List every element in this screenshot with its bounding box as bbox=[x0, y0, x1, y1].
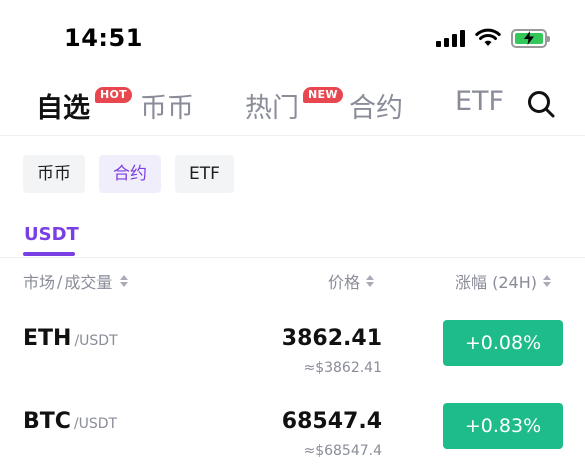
market-label: 市场 bbox=[23, 273, 56, 292]
search-button[interactable] bbox=[525, 88, 557, 120]
pair-symbol: BTC/USDT bbox=[23, 409, 117, 434]
active-tab-indicator bbox=[23, 252, 75, 256]
sort-market-volume[interactable]: 市场 / 成交量 bbox=[23, 269, 129, 293]
sort-icon bbox=[366, 274, 375, 288]
sort-icon bbox=[542, 274, 551, 288]
tab-label: 自选 bbox=[36, 93, 90, 124]
new-badge: NEW bbox=[303, 87, 343, 103]
status-time: 14:51 bbox=[64, 24, 143, 52]
chip-etf[interactable]: ETF bbox=[175, 155, 234, 193]
main-tabs: 自选 HOT 币币 热门 NEW 合约 ETF bbox=[0, 78, 585, 136]
last-price: 68547.4 bbox=[281, 409, 382, 434]
sort-change[interactable]: 涨幅 (24H) bbox=[455, 269, 551, 293]
search-icon bbox=[528, 91, 555, 118]
tab-label: 热门 bbox=[245, 93, 299, 124]
tab-label: 币币 bbox=[140, 93, 194, 124]
sort-icon bbox=[120, 274, 129, 288]
tab-usdt[interactable]: USDT bbox=[24, 224, 79, 245]
battery-charging-icon bbox=[511, 28, 550, 48]
change-label: 涨幅 (24H) bbox=[455, 273, 537, 292]
change-badge[interactable]: +0.08% bbox=[443, 320, 563, 366]
last-price: 3862.41 bbox=[281, 326, 382, 351]
signal-icon bbox=[436, 29, 465, 47]
base-asset: BTC bbox=[23, 409, 71, 434]
tab-watchlist[interactable]: 自选 bbox=[36, 86, 90, 125]
column-header: 市场 / 成交量 价格 涨幅 (24H) bbox=[0, 266, 585, 296]
sub-tabs: 币币 合约 ETF bbox=[23, 155, 234, 193]
quote-tabs: USDT bbox=[0, 218, 585, 258]
hot-badge: HOT bbox=[95, 87, 132, 103]
tab-label: ETF bbox=[455, 86, 505, 117]
base-asset: ETH bbox=[23, 326, 72, 351]
tab-etf[interactable]: ETF bbox=[455, 86, 504, 117]
tab-spot[interactable]: 币币 bbox=[140, 86, 194, 125]
sort-price[interactable]: 价格 bbox=[328, 269, 375, 293]
fiat-price: ≈$3862.41 bbox=[303, 360, 382, 376]
volume-label: 成交量 bbox=[64, 273, 113, 292]
status-icons bbox=[436, 28, 550, 48]
price-label: 价格 bbox=[328, 273, 361, 292]
quote-asset: /USDT bbox=[74, 333, 118, 349]
wifi-icon bbox=[475, 28, 501, 46]
market-row-btc[interactable]: BTC/USDT 68547.4 ≈$68547.4 +0.83% bbox=[0, 403, 585, 468]
tab-futures[interactable]: 合约 bbox=[349, 86, 403, 125]
change-badge[interactable]: +0.83% bbox=[443, 403, 563, 449]
status-bar: 14:51 bbox=[0, 0, 585, 78]
chip-spot[interactable]: 币币 bbox=[23, 155, 85, 193]
market-row-eth[interactable]: ETH/USDT 3862.41 ≈$3862.41 +0.08% bbox=[0, 320, 585, 402]
separator-label: / bbox=[57, 271, 63, 291]
tab-hot[interactable]: 热门 bbox=[245, 86, 299, 125]
fiat-price: ≈$68547.4 bbox=[303, 443, 382, 459]
pair-symbol: ETH/USDT bbox=[23, 326, 118, 351]
quote-asset: /USDT bbox=[73, 416, 118, 432]
tab-label: 合约 bbox=[349, 93, 403, 124]
chip-futures[interactable]: 合约 bbox=[99, 155, 161, 193]
